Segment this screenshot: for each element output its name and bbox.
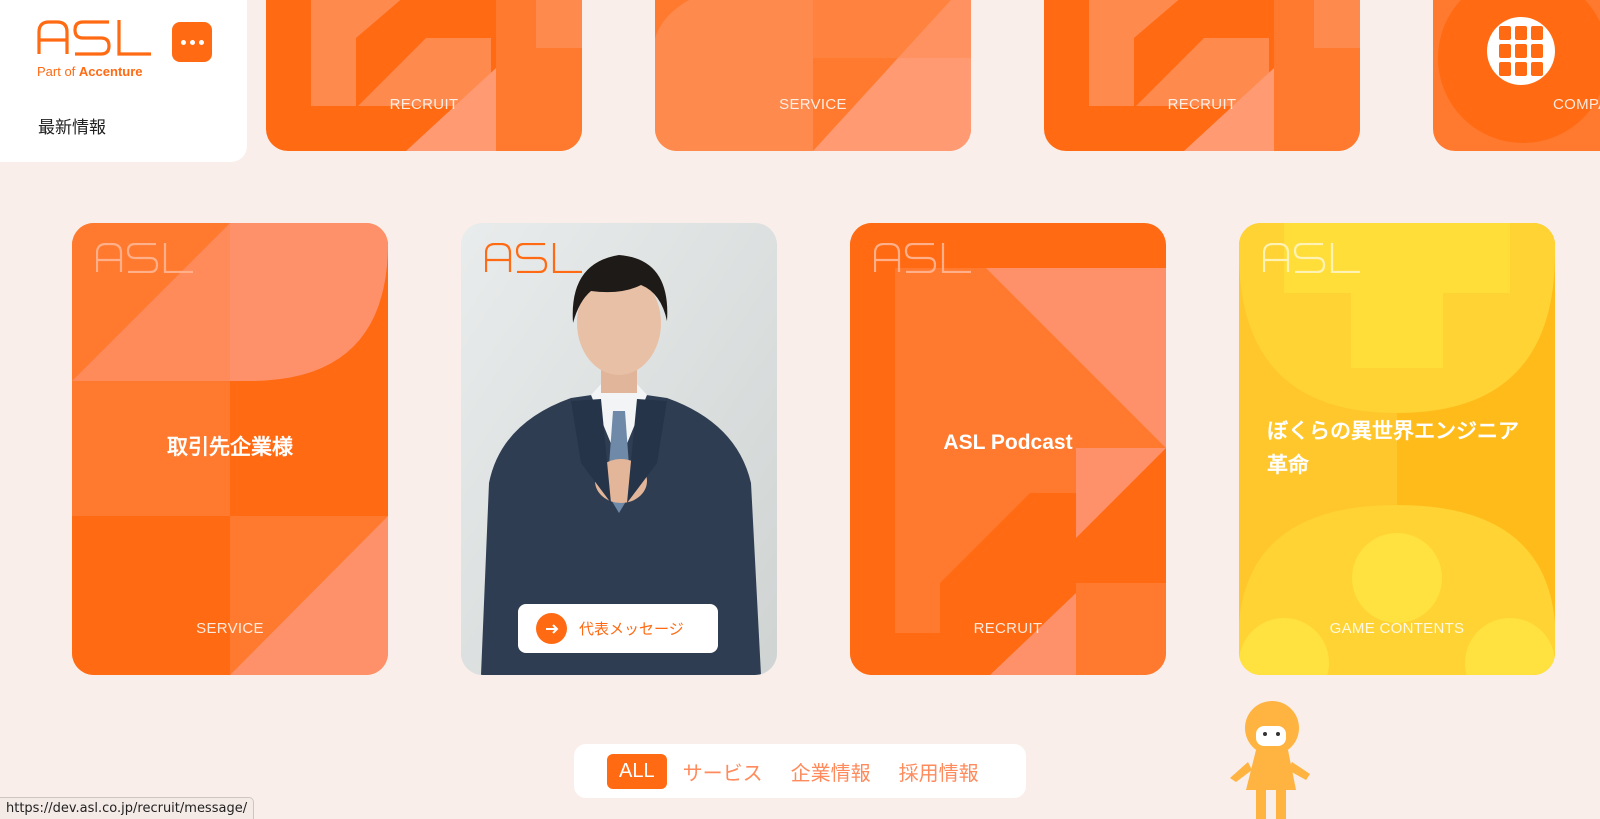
asl-logo — [1263, 243, 1360, 273]
card-category: SERVICE — [779, 96, 847, 113]
card-category: RECRUIT — [389, 96, 459, 113]
card-category: COMPA — [1553, 96, 1600, 113]
card-category: SERVICE — [196, 620, 264, 637]
grid-menu-button[interactable] — [1487, 17, 1555, 85]
card-podcast[interactable]: ASL Podcast RECRUIT — [850, 223, 1166, 675]
card-ceo-message[interactable]: 代表メッセージ — [461, 223, 777, 675]
filter-all[interactable]: ALL — [607, 753, 667, 789]
filter-service[interactable]: サービス — [671, 751, 775, 792]
arrow-right-icon — [536, 613, 567, 644]
category-filter-bar: ALL サービス 企業情報 採用情報 — [574, 744, 1026, 798]
logo-subtitle: Part of Accenture — [37, 64, 143, 79]
filter-company[interactable]: 企業情報 — [779, 751, 883, 792]
card-top-recruit-2[interactable]: RECRUIT — [1044, 0, 1360, 151]
asl-logo — [874, 243, 971, 273]
card-category: RECRUIT — [973, 620, 1043, 637]
card-game[interactable]: ぼくらの異世界エンジニア革命 GAME CONTENTS — [1239, 223, 1555, 675]
card-title: ASL Podcast — [943, 431, 1073, 454]
card-top-service[interactable]: SERVICE — [655, 0, 971, 151]
header-panel: Part of Accenture 最新情報 — [0, 0, 247, 162]
more-dots-icon — [180, 39, 186, 45]
status-bar-url: https://dev.asl.co.jp/recruit/message/ — [0, 797, 255, 819]
more-menu-button[interactable] — [172, 22, 212, 62]
card-category: RECRUIT — [1167, 96, 1237, 113]
card-category: GAME CONTENTS — [1329, 620, 1465, 637]
news-link[interactable]: 最新情報 — [38, 113, 106, 138]
asl-logo[interactable] — [37, 20, 152, 56]
mascot-character[interactable] — [1226, 700, 1316, 819]
ceo-message-button[interactable]: 代表メッセージ — [518, 604, 718, 653]
ceo-message-label: 代表メッセージ — [579, 621, 684, 638]
asl-logo — [96, 243, 193, 273]
card-clients[interactable]: 取引先企業様 SERVICE — [72, 223, 388, 675]
card-title: ぼくらの異世界エンジニア革命 — [1267, 420, 1519, 477]
grid-menu-icon — [1499, 26, 1543, 76]
card-top-recruit-1[interactable]: RECRUIT — [266, 0, 582, 151]
filter-recruit[interactable]: 採用情報 — [887, 751, 991, 792]
asl-logo — [485, 243, 582, 273]
card-title: 取引先企業様 — [167, 436, 293, 459]
